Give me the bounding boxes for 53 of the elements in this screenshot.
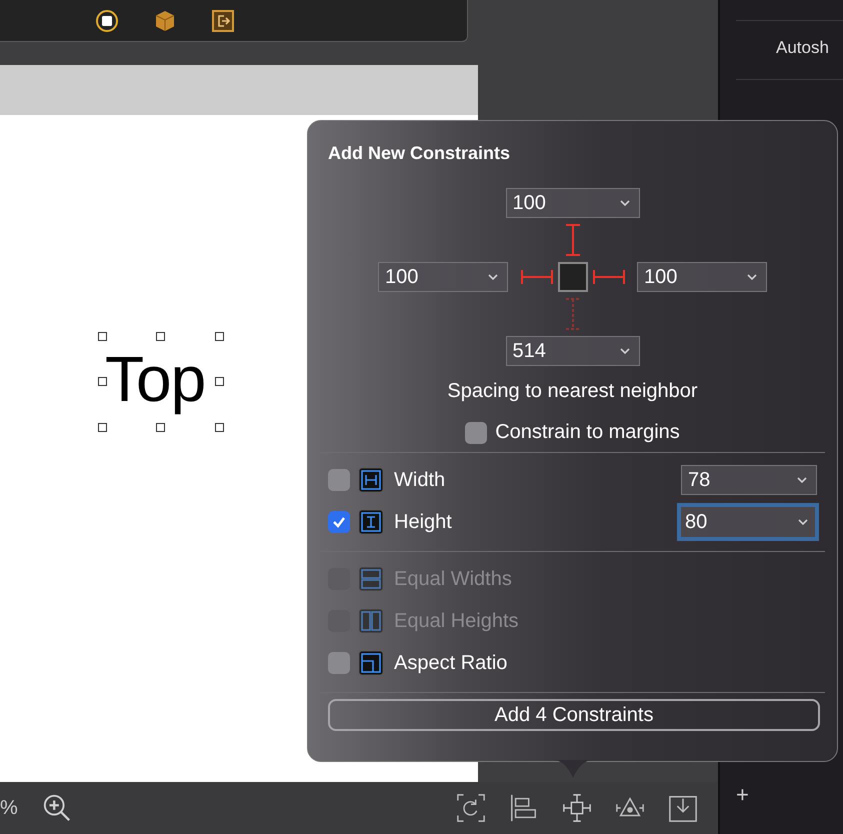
add-button[interactable]: + — [732, 782, 753, 808]
checkbox[interactable] — [328, 511, 350, 533]
popover-title: Add New Constraints — [328, 143, 512, 164]
resize-handle[interactable] — [156, 332, 165, 341]
embed-icon[interactable] — [668, 793, 698, 823]
refresh-icon[interactable] — [456, 793, 486, 823]
zoom-text: % — [0, 796, 19, 820]
resize-handle[interactable] — [98, 423, 107, 432]
strut-icon[interactable] — [520, 267, 554, 287]
columns-icon — [358, 608, 384, 634]
cube-icon[interactable] — [153, 8, 177, 32]
size-dropdown[interactable]: 80 — [677, 503, 819, 541]
exit-icon[interactable] — [211, 8, 235, 32]
constraint-label: Width — [394, 468, 446, 492]
spacing-dropdown[interactable]: 100 — [506, 188, 640, 218]
constraint-label: Height — [394, 510, 452, 534]
constraint-label: Equal Widths — [394, 568, 512, 590]
align-icon[interactable] — [509, 793, 539, 823]
resize-handle[interactable] — [98, 332, 107, 341]
spacing-dropdown[interactable]: 100 — [378, 262, 508, 292]
inspector-label: Autosh — [776, 38, 829, 58]
stop-icon[interactable] — [95, 8, 119, 32]
strut-icon[interactable] — [592, 267, 626, 287]
chevron-icon — [487, 273, 499, 281]
chevron-icon — [796, 476, 808, 484]
aspect-ratio-icon — [358, 650, 384, 676]
zoom-in-icon[interactable] — [42, 793, 72, 823]
checkbox[interactable] — [465, 422, 488, 444]
pin-icon[interactable] — [562, 793, 592, 823]
checkbox-label: Constrain to margins — [495, 421, 680, 444]
resize-handle[interactable] — [215, 332, 224, 341]
chevron-icon — [618, 347, 630, 355]
chevron-icon — [797, 518, 809, 526]
view-square — [558, 262, 588, 292]
resize-handle[interactable] — [215, 423, 224, 432]
resize-handle[interactable] — [215, 377, 224, 386]
popover-arrow — [553, 760, 593, 780]
add-constraints-button[interactable]: Add 4 Constraints — [328, 699, 820, 731]
constraint-label: Aspect Ratio — [394, 652, 508, 674]
chevron-icon — [618, 199, 630, 207]
spacing-caption: Spacing to nearest neighbor — [446, 380, 699, 403]
constraint-label: Equal Heights — [394, 610, 519, 632]
stacked-bars-icon — [358, 566, 384, 592]
size-dropdown[interactable]: 78 — [681, 465, 817, 495]
spacing-dropdown[interactable]: 514 — [506, 336, 640, 366]
resize-handle[interactable] — [98, 377, 107, 386]
checkbox[interactable] — [328, 469, 350, 491]
chevron-icon — [746, 273, 758, 281]
resize-handle[interactable] — [156, 423, 165, 432]
width-icon — [358, 467, 384, 493]
height-icon — [358, 509, 384, 535]
checkbox[interactable] — [328, 652, 350, 674]
spacing-dropdown[interactable]: 100 — [637, 262, 767, 292]
